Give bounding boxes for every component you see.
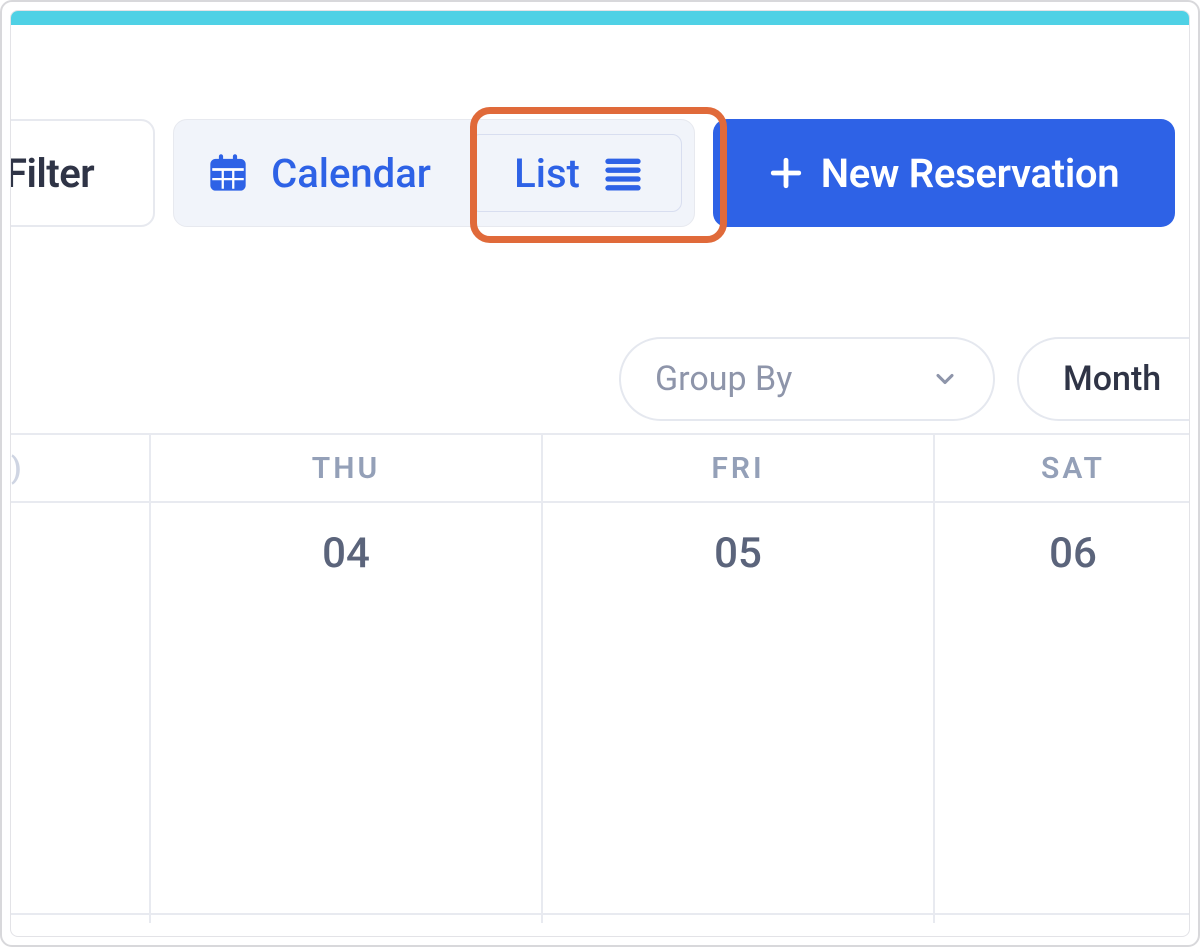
list-icon [602,153,644,193]
day-header-sat: SAT [933,435,1189,501]
calendar-header-row: ) THU FRI SAT [11,433,1189,503]
list-view-label: List [514,150,580,197]
window-accent-bar [11,11,1189,25]
day-header-thu: THU [149,435,541,501]
group-by-label: Group By [655,359,792,399]
calendar-icon [207,152,249,194]
view-toggle-group: Calendar List [173,119,695,227]
new-reservation-button[interactable]: New Reservation [713,119,1175,227]
row-separator [11,913,1189,915]
day-number: 06 [1049,529,1097,578]
day-cell-partial[interactable] [11,503,149,923]
controls-row: Group By Month [619,337,1190,421]
filter-button-label: Filter [10,150,94,197]
view-range-select[interactable]: Month [1017,337,1190,421]
day-header-partial: ) [11,435,149,501]
group-by-select[interactable]: Group By [619,337,995,421]
plus-icon [769,156,803,190]
day-cell-04[interactable]: 04 [149,503,541,923]
toolbar: Filter Calend [10,25,1189,227]
day-header-fri: FRI [541,435,933,501]
day-number: 04 [322,529,370,578]
day-number: 05 [714,529,762,578]
list-view-button[interactable]: List [464,120,694,226]
calendar-body-row: 04 05 06 [11,503,1189,923]
view-range-label: Month [1063,359,1161,399]
day-cell-06[interactable]: 06 [933,503,1189,923]
calendar-view-button[interactable]: Calendar [174,120,464,226]
filter-button[interactable]: Filter [10,119,155,227]
chevron-down-icon [931,365,959,393]
calendar-view-label: Calendar [271,150,431,197]
calendar-grid: ) THU FRI SAT 04 05 06 [11,433,1189,936]
day-cell-05[interactable]: 05 [541,503,933,923]
new-reservation-label: New Reservation [821,150,1120,197]
